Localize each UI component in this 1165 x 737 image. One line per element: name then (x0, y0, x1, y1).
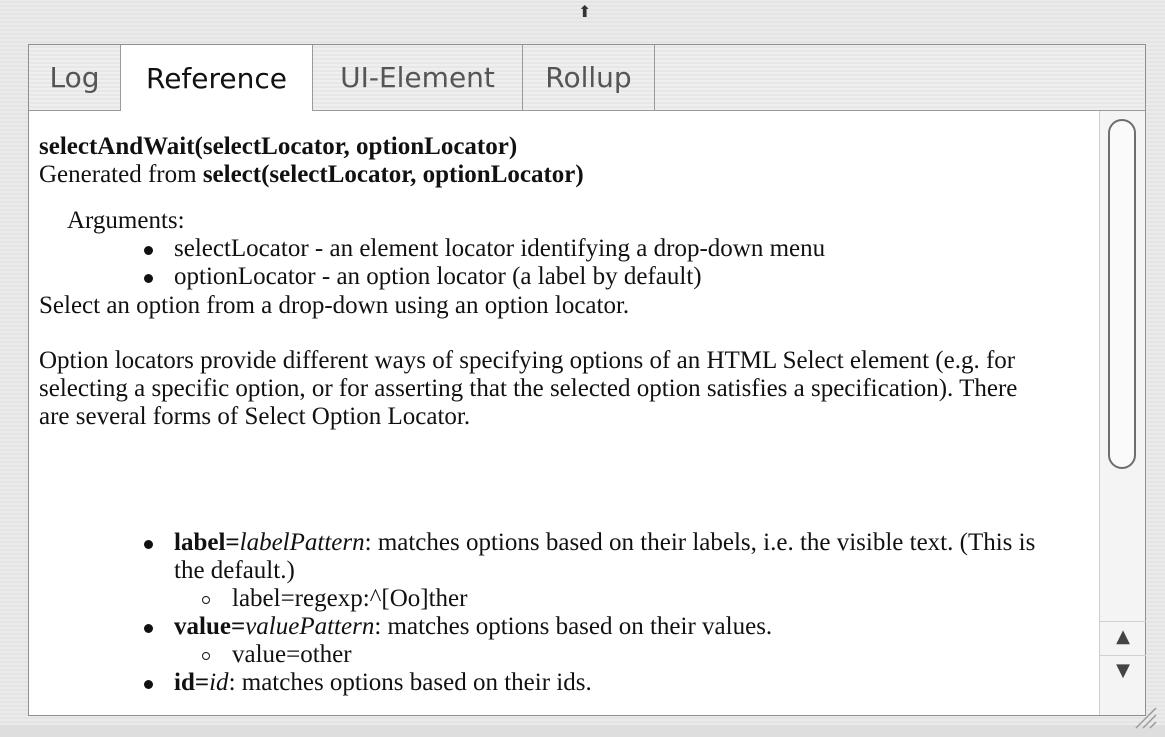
command-params: selectLocator, optionLocator (202, 133, 509, 160)
vertical-scrollbar[interactable]: ▲ ▼ (1099, 111, 1146, 715)
window-bottom-edge (0, 725, 1165, 737)
option-locators-list: label=labelPattern : matches options base… (29, 529, 1044, 697)
bullet-icon (144, 274, 153, 283)
option-example: label=regexp:^[Oo]ther (232, 585, 468, 612)
option-example: value=other (232, 641, 352, 668)
command-signature: selectAndWait(selectLocator, optionLocat… (39, 133, 517, 161)
list-item: label=regexp:^[Oo]ther (202, 585, 1044, 613)
option-pattern: labelPattern (239, 529, 365, 556)
tab-ui-element[interactable]: UI-Element (313, 45, 523, 110)
list-item: id=id: matches options based on their id… (144, 669, 1044, 697)
bullet-icon (144, 540, 153, 549)
list-item: value=valuePattern: matches options base… (144, 613, 1044, 669)
tab-rollup[interactable]: Rollup (523, 45, 655, 110)
bullet-icon (144, 624, 153, 633)
reference-panel: Log Reference UI-Element Rollup selectAn… (28, 44, 1146, 716)
scroll-down-icon[interactable]: ▼ (1100, 655, 1146, 686)
option-key: label= (174, 529, 240, 556)
scroll-up-icon[interactable]: ▲ (1100, 621, 1146, 652)
list-item: optionLocator - an option locator (a lab… (144, 263, 825, 291)
option-key: id= (174, 669, 210, 696)
generated-source: select(selectLocator, optionLocator) (202, 161, 584, 188)
example-list: label=regexp:^[Oo]ther (174, 585, 1044, 613)
circle-bullet-icon (202, 596, 210, 604)
list-item: label=labelPattern: matches options base… (144, 529, 1044, 613)
command-description: Select an option from a drop-down using … (39, 292, 630, 319)
circle-bullet-icon (202, 652, 210, 660)
option-locator-paragraph: Option locators provide different ways o… (39, 347, 1018, 430)
window-drag-icon: ⬆ (578, 2, 592, 21)
resize-grip-icon[interactable] (1128, 700, 1158, 730)
bullet-icon (144, 680, 153, 689)
arguments-list: selectLocator - an element locator ident… (29, 235, 825, 291)
option-text: : matches options based on their values. (374, 613, 773, 640)
example-list: value=other (174, 641, 1044, 669)
option-pattern: id (209, 669, 229, 696)
scrollbar-thumb[interactable] (1108, 119, 1136, 469)
tab-reference[interactable]: Reference (121, 45, 313, 111)
argument-text: optionLocator - an option locator (a lab… (174, 263, 702, 290)
arguments-label: Arguments: (67, 207, 185, 234)
tab-bar: Log Reference UI-Element Rollup (29, 45, 1145, 111)
bullet-icon (144, 246, 153, 255)
generated-prefix: Generated from (39, 161, 203, 188)
option-text: : matches options based on their ids. (228, 669, 592, 696)
argument-text: selectLocator - an element locator ident… (174, 235, 826, 262)
option-pattern: valuePattern (245, 613, 375, 640)
option-key: value= (174, 613, 246, 640)
command-close: ) (508, 133, 518, 160)
reference-content: selectAndWait(selectLocator, optionLocat… (29, 111, 1099, 715)
command-name: selectAndWait( (39, 133, 203, 160)
generated-from: Generated from select(selectLocator, opt… (39, 161, 584, 189)
list-item: value=other (202, 641, 1044, 669)
list-item: selectLocator - an element locator ident… (144, 235, 826, 263)
tab-log[interactable]: Log (29, 45, 121, 110)
